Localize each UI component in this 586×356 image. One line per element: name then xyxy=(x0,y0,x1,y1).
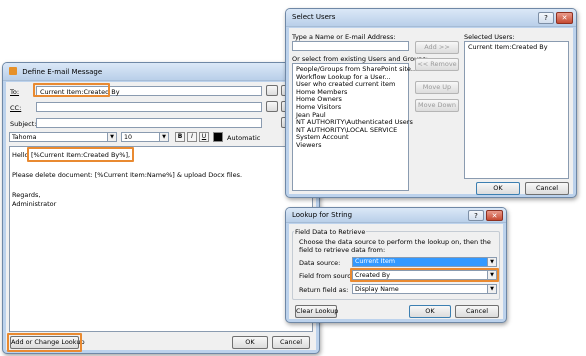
select-users-dialog: Select Users ? ✕ Type a Name or E-mail A… xyxy=(285,8,577,198)
move-down-button[interactable]: Move Down xyxy=(415,99,459,112)
font-size-value: 10 xyxy=(124,134,133,141)
select-users-titlebar[interactable]: Select Users xyxy=(286,9,576,27)
cc-label: CC: xyxy=(10,104,22,112)
field-from-source-label: Field from source: xyxy=(299,272,358,280)
lookup-close-button[interactable]: ✕ xyxy=(486,210,503,221)
return-field-value: Display Name xyxy=(355,286,399,293)
cc-address-book-button[interactable] xyxy=(266,101,278,112)
body-line-regards: Regards, xyxy=(12,191,41,199)
email-dialog-titlebar[interactable]: Define E-mail Message xyxy=(3,63,319,81)
email-ok-button[interactable]: OK xyxy=(232,336,268,349)
body-line-document: Please delete document: [%Current Item:N… xyxy=(12,171,243,179)
list-item[interactable]: Viewers xyxy=(296,141,405,150)
font-color-label: Automatic xyxy=(227,134,261,142)
lookup-ok-button[interactable]: OK xyxy=(409,305,451,318)
email-cancel-button[interactable]: Cancel xyxy=(272,336,310,349)
existing-users-list[interactable]: People/Groups from SharePoint site... Wo… xyxy=(292,63,417,191)
bold-button[interactable]: B xyxy=(175,132,185,142)
email-dialog-app-icon xyxy=(9,67,17,75)
font-size-select[interactable]: 10 ▼ xyxy=(121,132,169,142)
select-users-help-button[interactable]: ? xyxy=(538,12,554,24)
data-source-value: Current Item xyxy=(353,258,487,266)
underline-button[interactable]: U xyxy=(199,132,209,142)
add-user-button[interactable]: Add >> xyxy=(415,41,459,54)
font-name-value: Tahoma xyxy=(12,134,37,141)
email-dialog-title: Define E-mail Message xyxy=(22,68,103,76)
email-dialog-body: To: Current Item:Created By ƒ CC: ƒ Subj… xyxy=(6,82,316,352)
return-field-label: Return field as: xyxy=(299,286,349,294)
move-up-button[interactable]: Move Up xyxy=(415,81,459,94)
define-email-dialog: Define E-mail Message ? ✕ To: Current It… xyxy=(2,62,320,354)
remove-user-button[interactable]: << Remove xyxy=(415,58,459,71)
field-data-group-label: Field Data to Retrieve xyxy=(294,228,367,236)
body-token-highlight xyxy=(27,147,134,162)
formatting-toolbar: Tahoma ▼ 10 ▼ B I U Automatic xyxy=(9,132,309,144)
body-hello: Hello xyxy=(12,151,29,159)
chevron-down-icon: ▼ xyxy=(487,285,496,293)
lookup-cancel-button[interactable]: Cancel xyxy=(455,305,499,318)
selected-users-label: Selected Users: xyxy=(464,33,515,41)
return-field-select[interactable]: Display Name ▼ xyxy=(352,284,497,294)
italic-button[interactable]: I xyxy=(187,132,197,142)
lookup-help-button[interactable]: ? xyxy=(468,210,484,221)
subject-label: Subject: xyxy=(10,120,37,128)
cc-field[interactable] xyxy=(36,102,262,112)
select-users-ok-button[interactable]: OK xyxy=(476,182,520,195)
font-color-button[interactable] xyxy=(213,132,223,142)
chevron-down-icon: ▼ xyxy=(159,133,168,141)
select-users-body: Type a Name or E-mail Address: Or select… xyxy=(289,28,573,195)
to-address-book-button[interactable] xyxy=(266,85,278,96)
data-source-select[interactable]: Current Item ▼ xyxy=(352,257,497,267)
lookup-description: Choose the data source to perform the lo… xyxy=(299,238,491,254)
existing-users-label: Or select from existing Users and Groups… xyxy=(292,55,428,63)
chevron-down-icon: ▼ xyxy=(487,258,496,266)
lookup-for-string-dialog: Lookup for String ? ✕ Field Data to Retr… xyxy=(285,207,507,323)
clear-lookup-button[interactable]: Clear Lookup xyxy=(295,305,338,318)
to-label: To: xyxy=(10,88,20,96)
body-line-signature: Administrator xyxy=(12,200,57,208)
select-users-cancel-button[interactable]: Cancel xyxy=(525,182,569,195)
lookup-button-highlight xyxy=(7,333,82,352)
to-field-highlight xyxy=(33,83,110,97)
name-email-label: Type a Name or E-mail Address: xyxy=(292,33,396,41)
list-item[interactable]: Current Item:Created By xyxy=(468,43,565,52)
email-body-editor[interactable]: Hello [%Current Item:Created By%], Pleas… xyxy=(9,146,313,332)
name-email-input[interactable] xyxy=(292,41,409,51)
font-name-select[interactable]: Tahoma ▼ xyxy=(9,132,117,142)
subject-field[interactable] xyxy=(36,118,262,128)
select-users-close-button[interactable]: ✕ xyxy=(556,12,573,24)
select-users-title: Select Users xyxy=(292,13,336,21)
data-source-label: Data source: xyxy=(299,259,341,267)
lookup-title: Lookup for String xyxy=(292,211,353,219)
lookup-body: Field Data to Retrieve Choose the data s… xyxy=(289,224,503,319)
chevron-down-icon: ▼ xyxy=(107,133,116,141)
field-from-source-highlight xyxy=(350,268,499,282)
selected-users-list[interactable]: Current Item:Created By xyxy=(464,41,569,179)
